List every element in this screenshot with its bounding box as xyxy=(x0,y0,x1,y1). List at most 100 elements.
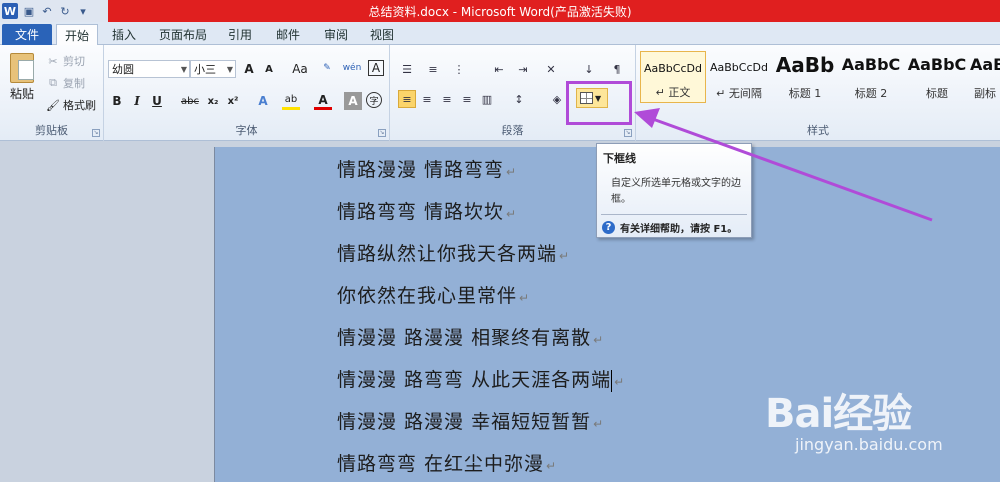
increase-indent-icon[interactable]: ⇥ xyxy=(514,60,532,78)
justify-icon[interactable]: ≡ xyxy=(458,90,476,108)
style-name: 标题 1 xyxy=(788,87,822,100)
styles-group-label: 样式 xyxy=(807,124,829,137)
style-no-spacing[interactable]: AaBbCcDd ↵ 无间隔 xyxy=(706,51,772,103)
text-line: 情路纵然让你我天各两端 ↵ xyxy=(337,239,570,266)
text-line: 情路弯弯 情路坎坎 ↵ xyxy=(337,197,517,224)
tab-insert[interactable]: 插入 xyxy=(104,24,144,45)
scissors-icon: ✂ xyxy=(48,54,58,68)
text-line: 情漫漫 路弯弯 从此天涯各两端 ↵ xyxy=(337,365,625,392)
paragraph-mark: ↵ xyxy=(614,375,626,389)
shading-icon[interactable]: ◈ xyxy=(548,90,566,108)
style-subtitle[interactable]: AaBl 副标 xyxy=(970,51,1000,103)
line-text: 情漫漫 路漫漫 相聚终有离散 xyxy=(337,327,592,349)
distributed-icon[interactable]: ▥ xyxy=(478,90,496,108)
tooltip-divider xyxy=(601,214,747,215)
paragraph-mark: ↵ xyxy=(519,291,531,305)
tooltip-title: 下框线 xyxy=(603,152,636,165)
style-heading-1[interactable]: AaBb 标题 1 xyxy=(772,51,838,103)
copy-icon: ⧉ xyxy=(49,76,57,89)
text-cursor xyxy=(611,369,613,392)
tab-file[interactable]: 文件 xyxy=(2,24,52,45)
phonetic-guide-button[interactable]: wén xyxy=(340,59,364,77)
font-color-button[interactable]: A xyxy=(314,92,332,110)
chevron-down-icon: ▼ xyxy=(226,65,233,74)
font-group: 幼圆 ▼ 小三 ▼ A A Aa ✎ wén A B I U abc x₂ x² A… xyxy=(104,45,390,141)
underline-button[interactable]: U xyxy=(148,92,166,110)
style-heading-2[interactable]: AaBbC 标题 2 xyxy=(838,51,904,103)
change-case-button[interactable]: Aa xyxy=(288,60,312,78)
character-border-button[interactable]: A xyxy=(368,60,384,76)
ribbon: 粘贴 ✂ 剪切 ⧉ 复制 🖌 格式刷 剪贴板 ↘ 幼圆 ▼ 小三 ▼ A A Aa ✎ w… xyxy=(0,45,1000,141)
decrease-indent-icon[interactable]: ⇤ xyxy=(490,60,508,78)
text-line: 情路弯弯 在红尘中弥漫 ↵ xyxy=(337,449,557,476)
bold-button[interactable]: B xyxy=(108,92,126,110)
style-sample: AaBbC xyxy=(841,55,901,74)
style-name: 标题 xyxy=(926,87,948,100)
numbering-icon[interactable]: ≡ xyxy=(424,60,442,78)
shrink-font-button[interactable]: A xyxy=(260,60,278,78)
enclose-characters-button[interactable]: 字 xyxy=(366,92,382,108)
annotation-highlight xyxy=(566,81,632,125)
font-launcher-icon[interactable]: ↘ xyxy=(378,129,386,137)
show-marks-icon[interactable]: ¶ xyxy=(608,60,626,78)
font-size-value: 小三 xyxy=(194,63,216,76)
tab-view[interactable]: 视图 xyxy=(362,24,402,45)
highlight-button[interactable]: ab xyxy=(282,92,300,110)
line-text: 情路漫漫 情路弯弯 xyxy=(337,159,505,181)
tab-mailings[interactable]: 邮件 xyxy=(268,24,308,45)
character-shading-button[interactable]: A xyxy=(344,92,362,110)
tooltip-help-text: 有关详细帮助，请按 F1。 xyxy=(620,224,738,235)
tab-review[interactable]: 审阅 xyxy=(316,24,356,45)
chinese-layout-icon[interactable]: ✕ xyxy=(542,60,560,78)
clipboard-group: 粘贴 ✂ 剪切 ⧉ 复制 🖌 格式刷 剪贴板 ↘ xyxy=(0,45,104,141)
watermark-url: jingyan.baidu.com xyxy=(795,435,943,454)
align-left-icon[interactable]: ≡ xyxy=(398,90,416,108)
style-sample: AaBl xyxy=(970,55,1000,74)
align-right-icon[interactable]: ≡ xyxy=(438,90,456,108)
grow-font-button[interactable]: A xyxy=(240,60,258,78)
format-painter-button[interactable]: 🖌 格式刷 xyxy=(46,97,96,113)
cut-button[interactable]: ✂ 剪切 xyxy=(46,53,85,69)
style-name: ↵ 无间隔 xyxy=(716,87,762,100)
tooltip-description: 自定义所选单元格或文字的边框。 xyxy=(611,178,741,205)
font-group-label: 字体 xyxy=(235,124,258,137)
subscript-button[interactable]: x₂ xyxy=(204,92,222,110)
paste-button[interactable]: 粘贴 xyxy=(10,85,34,102)
style-normal[interactable]: AaBbCcDd ↵ 正文 xyxy=(640,51,706,103)
copy-button[interactable]: ⧉ 复制 xyxy=(46,75,85,91)
style-sample: AaBb xyxy=(775,53,835,77)
font-family-select[interactable]: 幼圆 ▼ xyxy=(108,60,190,78)
style-name: 标题 2 xyxy=(854,87,888,100)
styles-group: AaBbCcDd ↵ 正文 AaBbCcDd ↵ 无间隔 AaBb 标题 1 A… xyxy=(636,45,1000,141)
paste-icon[interactable] xyxy=(10,53,34,83)
tab-home[interactable]: 开始 xyxy=(56,24,98,46)
strikethrough-button[interactable]: abc xyxy=(178,92,202,110)
style-title[interactable]: AaBbC 标题 xyxy=(904,51,970,103)
font-family-value: 幼圆 xyxy=(112,63,134,76)
italic-button[interactable]: I xyxy=(128,92,146,110)
line-spacing-icon[interactable]: ↕ xyxy=(510,90,528,108)
text-line: 你依然在我心里常伴 ↵ xyxy=(337,281,530,308)
line-text: 情路弯弯 情路坎坎 xyxy=(337,201,505,223)
help-icon: ? xyxy=(602,221,615,234)
clear-format-icon[interactable]: ✎ xyxy=(318,59,336,77)
font-size-select[interactable]: 小三 ▼ xyxy=(190,60,236,78)
title-bar: W ▣ ↶ ↻ ▾ 总结资料.docx - Microsoft Word(产品激… xyxy=(0,0,1000,22)
clipboard-launcher-icon[interactable]: ↘ xyxy=(92,129,100,137)
multilevel-list-icon[interactable]: ⋮ xyxy=(450,60,468,78)
tab-references[interactable]: 引用 xyxy=(220,24,260,45)
cut-label: 剪切 xyxy=(63,55,85,68)
align-center-icon[interactable]: ≡ xyxy=(418,90,436,108)
sort-icon[interactable]: ↓ xyxy=(580,60,598,78)
style-sample: AaBbC xyxy=(907,55,967,74)
superscript-button[interactable]: x² xyxy=(224,92,242,110)
paragraph-mark: ↵ xyxy=(506,207,518,221)
watermark-logo: Bai经验 xyxy=(765,391,912,437)
paragraph-mark: ↵ xyxy=(546,459,558,473)
paragraph-launcher-icon[interactable]: ↘ xyxy=(624,129,632,137)
bullets-icon[interactable]: ☰ xyxy=(398,60,416,78)
line-text: 情漫漫 路弯弯 从此天涯各两端 xyxy=(337,369,612,391)
tab-page-layout[interactable]: 页面布局 xyxy=(152,24,214,45)
text-effects-button[interactable]: A xyxy=(254,92,272,110)
style-name: ↵ 正文 xyxy=(655,86,691,99)
